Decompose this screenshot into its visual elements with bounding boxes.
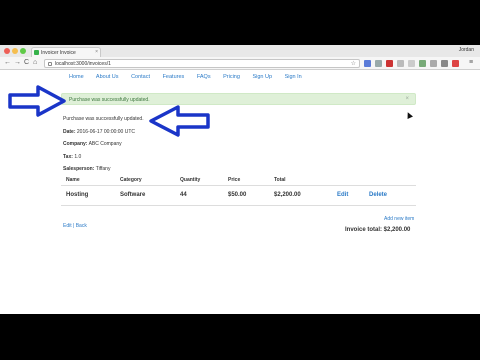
nav-item-about-us[interactable]: About Us bbox=[96, 74, 119, 80]
column-header-price: Price bbox=[223, 175, 269, 186]
tax-value: 1.0 bbox=[74, 153, 82, 160]
extension-icon[interactable] bbox=[408, 60, 415, 67]
tax-row: Tax: 1.0 bbox=[63, 154, 144, 167]
home-icon[interactable]: ⌂ bbox=[33, 59, 37, 67]
salesperson-value: Tiffany bbox=[95, 166, 111, 172]
cell-price: $50.00 bbox=[223, 185, 269, 206]
column-header-name: Name bbox=[61, 175, 115, 186]
table-row: Hosting Software 44 $50.00 $2,200.00 Edi… bbox=[61, 185, 416, 206]
extension-icon[interactable] bbox=[386, 60, 393, 67]
extension-icon[interactable] bbox=[419, 60, 426, 67]
footer-links: Edit | Back bbox=[63, 223, 87, 229]
url-text: localhost:3000/invoices/1 bbox=[55, 61, 111, 67]
company-label: Company: bbox=[63, 141, 88, 147]
maximize-window-icon[interactable] bbox=[20, 48, 26, 54]
nav-item-faqs[interactable]: FAQs bbox=[197, 74, 211, 80]
extension-icon[interactable] bbox=[430, 60, 437, 67]
link-separator: | bbox=[73, 223, 75, 229]
reload-icon[interactable]: C bbox=[24, 59, 29, 67]
column-header-total: Total bbox=[269, 175, 332, 186]
favicon-icon bbox=[34, 50, 39, 55]
menu-icon[interactable]: ≡ bbox=[469, 59, 473, 67]
cell-name: Hosting bbox=[61, 185, 115, 206]
browser-tab[interactable]: Invoicer Invoice × bbox=[31, 47, 101, 57]
minimize-window-icon[interactable] bbox=[12, 48, 18, 54]
nav-item-sign-in[interactable]: Sign In bbox=[285, 74, 302, 80]
cell-category: Software bbox=[115, 185, 175, 206]
close-window-icon[interactable] bbox=[4, 48, 10, 54]
browser-toolbar: ← → C ⌂ localhost:3000/invoices/1 ☆ ≡ bbox=[0, 57, 480, 70]
column-header-quantity: Quantity bbox=[175, 175, 223, 186]
alert-close-icon[interactable]: × bbox=[405, 96, 409, 102]
extension-icon[interactable] bbox=[397, 60, 404, 67]
nav-item-contact[interactable]: Contact bbox=[131, 74, 150, 80]
delete-item-link[interactable]: Delete bbox=[364, 185, 416, 206]
top-nav: Home About Us Contact Features FAQs Pric… bbox=[69, 74, 313, 80]
nav-item-pricing[interactable]: Pricing bbox=[223, 74, 240, 80]
address-bar[interactable]: localhost:3000/invoices/1 ☆ bbox=[44, 59, 360, 68]
column-header-edit bbox=[332, 175, 364, 186]
column-header-category: Category bbox=[115, 175, 175, 186]
screen: Invoicer Invoice × Jordan ← → C ⌂ localh… bbox=[0, 45, 480, 314]
nav-item-home[interactable]: Home bbox=[69, 74, 84, 80]
tab-close-icon[interactable]: × bbox=[95, 49, 98, 55]
date-value: 2016-06-17 00:00:00 UTC bbox=[76, 128, 135, 135]
date-label: Date: bbox=[63, 128, 76, 135]
edit-invoice-link[interactable]: Edit bbox=[63, 223, 72, 229]
notice-text: Purchase was successfully updated. bbox=[63, 116, 144, 122]
column-header-delete bbox=[364, 175, 416, 186]
annotation-arrow-icon bbox=[149, 105, 210, 137]
tab-title: Invoicer Invoice bbox=[41, 50, 76, 56]
bookmark-star-icon[interactable]: ☆ bbox=[351, 60, 356, 67]
edit-item-link[interactable]: Edit bbox=[332, 185, 364, 206]
extension-icon[interactable] bbox=[375, 60, 382, 67]
extension-icon[interactable] bbox=[452, 60, 459, 67]
success-alert: Purchase was successfully updated. × bbox=[61, 93, 416, 105]
nav-item-features[interactable]: Features bbox=[163, 74, 185, 80]
table-header-row: Name Category Quantity Price Total bbox=[61, 175, 416, 186]
back-link[interactable]: Back bbox=[76, 223, 87, 229]
date-row: Date: 2016-06-17 00:00:00 UTC bbox=[63, 129, 144, 142]
cell-quantity: 44 bbox=[175, 185, 223, 206]
page-info-icon[interactable] bbox=[48, 62, 52, 66]
nav-item-sign-up[interactable]: Sign Up bbox=[252, 74, 272, 80]
salesperson-label: Salesperson: bbox=[63, 166, 95, 172]
annotation-arrow-icon bbox=[8, 85, 66, 117]
window-titlebar: Invoicer Invoice × Jordan bbox=[0, 45, 480, 57]
profile-name[interactable]: Jordan bbox=[459, 47, 474, 53]
alert-message: Purchase was successfully updated. bbox=[69, 97, 150, 103]
items-table: Name Category Quantity Price Total Hosti… bbox=[61, 175, 416, 206]
extension-icon[interactable] bbox=[441, 60, 448, 67]
tax-label: Tax: bbox=[63, 153, 73, 160]
extension-icon[interactable] bbox=[364, 60, 371, 67]
forward-icon[interactable]: → bbox=[14, 59, 21, 67]
company-value: ABC Company bbox=[88, 141, 122, 147]
mouse-cursor-icon bbox=[405, 111, 413, 119]
cell-total: $2,200.00 bbox=[269, 185, 332, 206]
add-new-item-link[interactable]: Add new item bbox=[384, 216, 414, 222]
invoice-details: Purchase was successfully updated. Date:… bbox=[63, 116, 144, 179]
company-row: Company: ABC Company bbox=[63, 141, 144, 154]
back-icon[interactable]: ← bbox=[4, 59, 11, 67]
invoice-total: Invoice total: $2,200.00 bbox=[345, 227, 411, 233]
